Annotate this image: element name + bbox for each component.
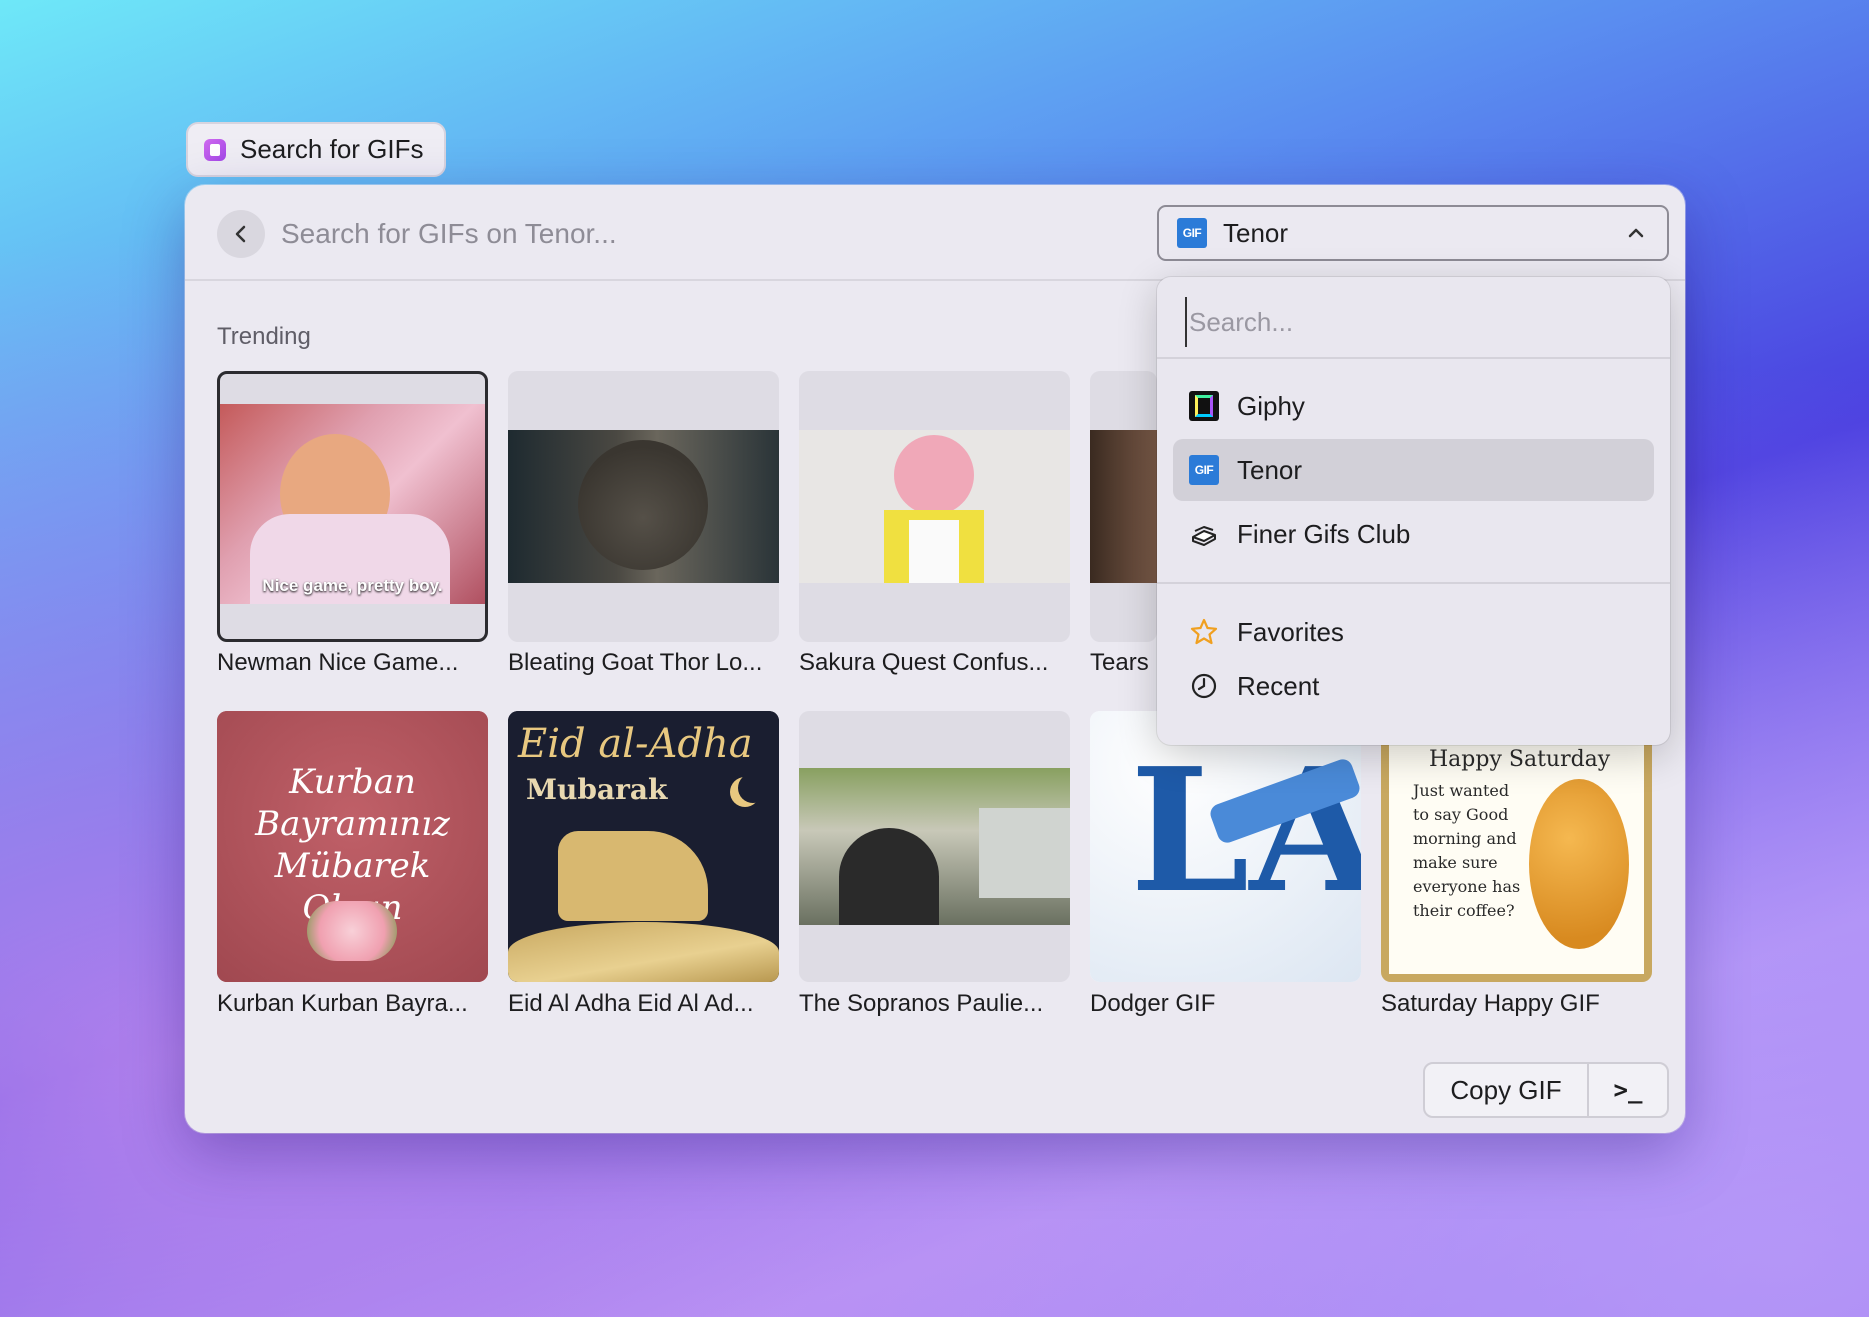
- gif-tile[interactable]: [799, 711, 1070, 982]
- view-option-label: Favorites: [1237, 616, 1344, 647]
- gif-image: [508, 430, 779, 583]
- gif-image: [799, 430, 1070, 583]
- view-option-favorites[interactable]: Favorites: [1173, 601, 1654, 663]
- provider-option-finer-gifs-club[interactable]: Finer Gifs Club: [1173, 503, 1654, 565]
- gif-caption: Eid Al Adha Eid Al Ad...: [508, 990, 754, 1017]
- gif-tile[interactable]: LA: [1090, 711, 1361, 982]
- provider-popover: Giphy GIF Tenor Finer Gifs Club Favorite…: [1157, 277, 1670, 745]
- gif-image: Eid al-Adha Mubarak: [508, 711, 779, 982]
- gif-caption: Tears: [1090, 649, 1149, 676]
- section-title: Trending: [217, 323, 311, 350]
- gif-overlay-text: Happy Saturday: [1429, 747, 1611, 772]
- gif-image: LA: [1090, 711, 1361, 982]
- provider-dropdown-value: Tenor: [1223, 217, 1289, 248]
- gif-overlay-subtext: Just wanted to say Good morning and make…: [1413, 781, 1521, 920]
- copy-gif-button[interactable]: Copy GIF: [1425, 1064, 1589, 1116]
- gif-caption: Sakura Quest Confus...: [799, 649, 1049, 676]
- popover-divider: [1157, 582, 1670, 584]
- view-option-recent[interactable]: Recent: [1173, 655, 1654, 717]
- gif-overlay-text: Eid al-Adha: [518, 721, 753, 767]
- provider-option-label: Giphy: [1237, 390, 1305, 421]
- gif-tile[interactable]: Nice game, pretty boy.: [217, 371, 488, 642]
- gif-search-window: GIF Tenor Trending Nice game, pretty boy…: [185, 185, 1685, 1133]
- view-option-label: Recent: [1237, 670, 1320, 701]
- gif-caption: Bleating Goat Thor Lo...: [508, 649, 763, 676]
- provider-dropdown[interactable]: GIF Tenor: [1157, 205, 1669, 261]
- gif-caption: Newman Nice Game...: [217, 649, 459, 676]
- gif-caption: Saturday Happy GIF: [1381, 990, 1600, 1017]
- gif-caption: Kurban Kurban Bayra...: [217, 990, 468, 1017]
- chevron-left-icon: [235, 225, 246, 243]
- provider-option-label: Tenor: [1237, 454, 1303, 485]
- popover-divider: [1157, 357, 1670, 359]
- gif-overlay-text: Nice game, pretty boy.: [262, 576, 443, 595]
- gif-tile[interactable]: [799, 371, 1070, 642]
- popover-search-input[interactable]: [1185, 297, 1645, 347]
- gif-image: Nice game, pretty boy.: [220, 404, 485, 604]
- tenor-icon: GIF: [1189, 455, 1219, 485]
- provider-option-giphy[interactable]: Giphy: [1173, 375, 1654, 437]
- chevron-up-icon: [1628, 228, 1644, 238]
- gif-image: Kurban Bayramınız Mübarek Olsun: [217, 711, 488, 982]
- search-bar: GIF Tenor: [185, 185, 1685, 281]
- star-icon: [1190, 618, 1218, 645]
- extension-icon: [204, 138, 226, 161]
- gif-tile[interactable]: [1090, 371, 1157, 642]
- tenor-icon: GIF: [1177, 218, 1207, 248]
- search-input[interactable]: [281, 209, 981, 259]
- provider-option-tenor[interactable]: GIF Tenor: [1173, 439, 1654, 501]
- gif-image: Happy Saturday Just wanted to say Good m…: [1381, 711, 1652, 982]
- gif-tile[interactable]: Happy Saturday Just wanted to say Good m…: [1381, 711, 1652, 982]
- book-stack-icon: [1192, 526, 1216, 546]
- giphy-icon: [1189, 391, 1219, 421]
- gif-image: [1090, 430, 1157, 583]
- gif-image: [799, 768, 1070, 925]
- command-tab[interactable]: Search for GIFs: [186, 122, 446, 177]
- gif-tile[interactable]: [508, 371, 779, 642]
- gif-caption: Dodger GIF: [1090, 990, 1216, 1017]
- gif-caption: The Sopranos Paulie...: [799, 990, 1044, 1017]
- terminal-actions-button[interactable]: >_: [1589, 1064, 1667, 1116]
- clock-icon: [1191, 673, 1217, 699]
- gif-tile[interactable]: Eid al-Adha Mubarak: [508, 711, 779, 982]
- gif-overlay-subtext: Mubarak: [526, 773, 668, 806]
- gif-tile[interactable]: Kurban Bayramınız Mübarek Olsun: [217, 711, 488, 982]
- back-button[interactable]: [217, 210, 265, 258]
- provider-option-label: Finer Gifs Club: [1237, 518, 1411, 549]
- action-bar: Copy GIF >_: [1423, 1062, 1669, 1118]
- command-tab-label: Search for GIFs: [240, 134, 424, 164]
